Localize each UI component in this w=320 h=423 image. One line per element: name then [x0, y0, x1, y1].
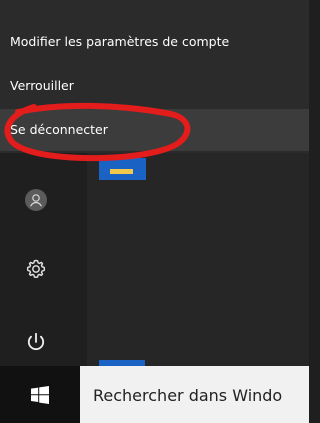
change-account-settings-item[interactable]: Modifier les paramètres de compte — [0, 21, 309, 63]
lock-item[interactable]: Verrouiller — [0, 65, 309, 107]
gear-svg — [26, 259, 46, 278]
avatar-svg — [25, 189, 47, 211]
avatar-icon[interactable] — [18, 182, 54, 218]
search-box[interactable]: Rechercher dans Windo — [80, 366, 309, 423]
start-tiles-area — [87, 153, 309, 366]
power-svg — [27, 332, 45, 351]
taskbar: Rechercher dans Windo — [0, 366, 309, 423]
gear-icon[interactable] — [18, 251, 54, 287]
tile[interactable] — [99, 158, 146, 180]
sign-out-item[interactable]: Se déconnecter — [0, 109, 309, 151]
search-text: Rechercher dans Windo — [93, 386, 283, 405]
tile-accent — [110, 169, 133, 174]
start-button[interactable] — [0, 366, 80, 423]
windows-logo-icon — [31, 385, 49, 404]
account-menu: Modifier les paramètres de compte Verrou… — [0, 0, 309, 153]
power-icon[interactable] — [18, 324, 54, 360]
